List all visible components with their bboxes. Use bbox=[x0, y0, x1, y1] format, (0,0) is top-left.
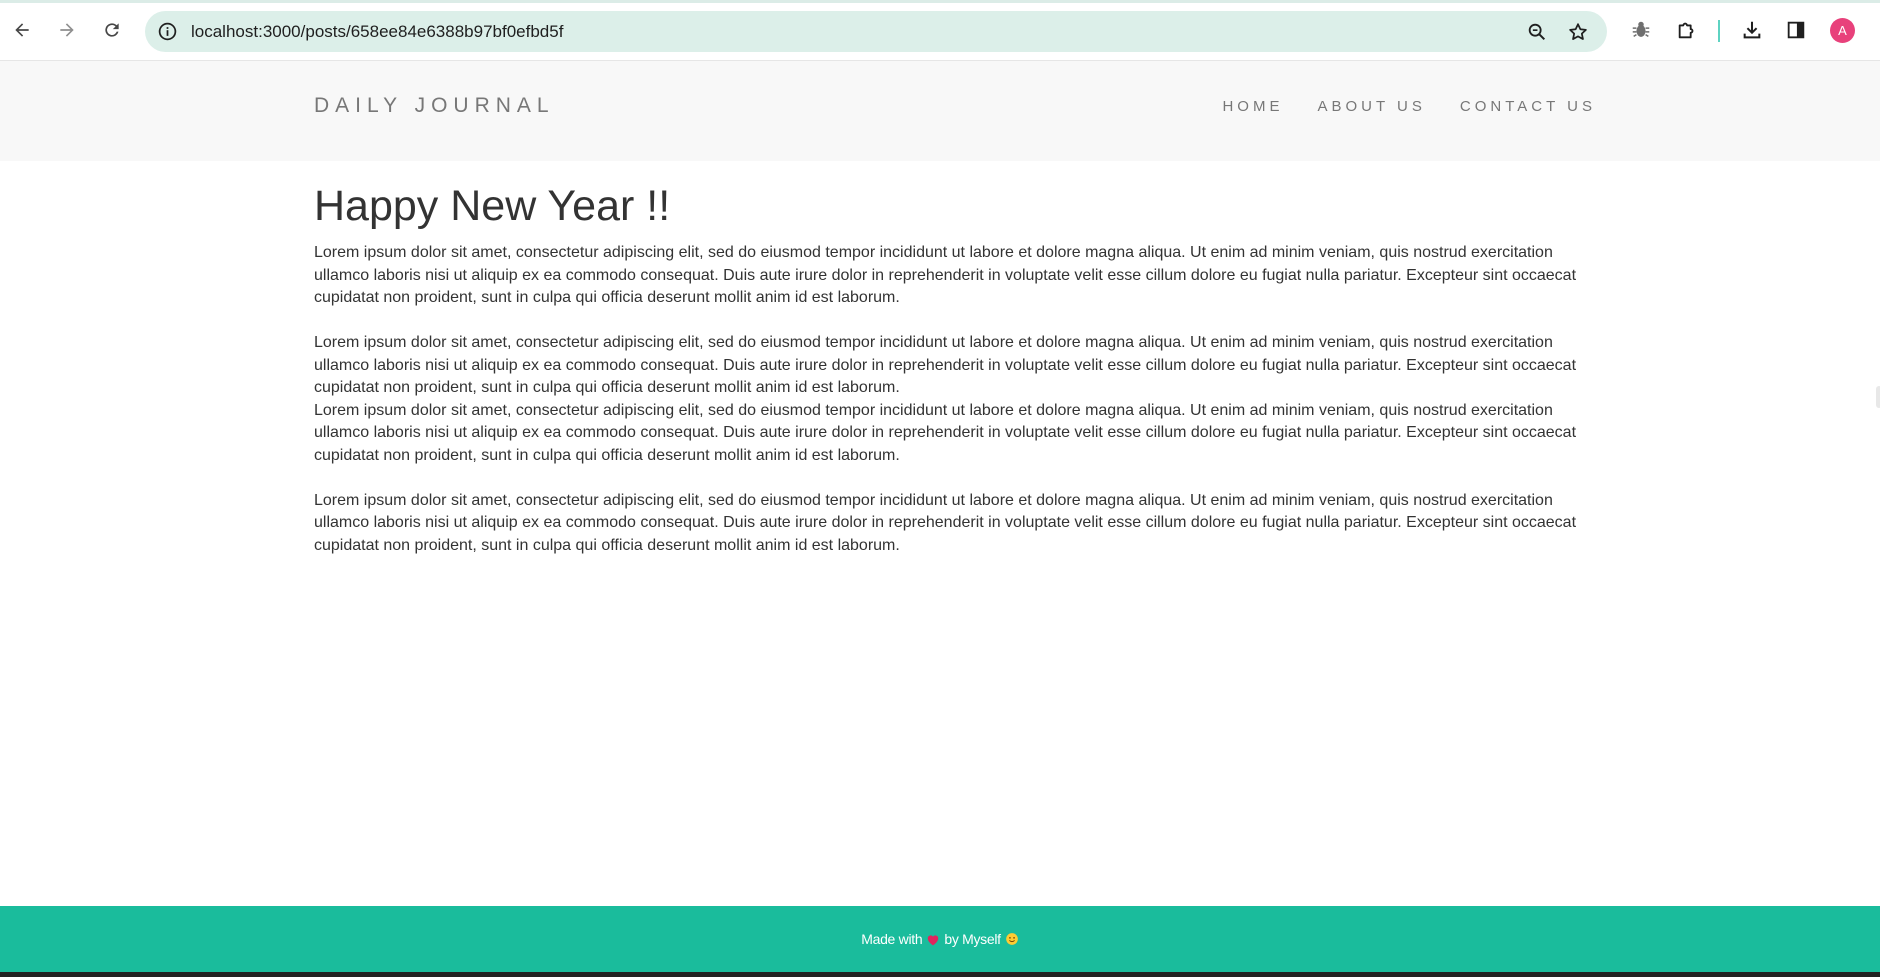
info-icon[interactable] bbox=[157, 21, 178, 42]
arrow-left-icon bbox=[15, 23, 29, 37]
tab-strip-edge bbox=[0, 0, 1880, 3]
url-text[interactable]: localhost:3000/posts/658ee84e6388b97bf0e… bbox=[191, 22, 563, 42]
reload-button[interactable] bbox=[96, 14, 128, 46]
zoom-icon[interactable] bbox=[1525, 20, 1549, 44]
footer-credit: Made with by Myself bbox=[861, 931, 1019, 947]
reload-icon bbox=[105, 23, 119, 37]
bug-extension-icon[interactable] bbox=[1628, 17, 1654, 43]
bookmark-star-icon[interactable] bbox=[1566, 20, 1590, 44]
nav-about-link[interactable]: ABOUT US bbox=[1317, 98, 1425, 115]
post-body: Lorem ipsum dolor sit amet, consectetur … bbox=[314, 244, 1577, 554]
post-content: Happy New Year !! Lorem ipsum dolor sit … bbox=[314, 181, 1594, 557]
address-bar[interactable]: localhost:3000/posts/658ee84e6388b97bf0e… bbox=[145, 11, 1607, 52]
side-panel-icon[interactable] bbox=[1783, 17, 1809, 43]
toolbar-separator bbox=[1718, 20, 1720, 42]
back-button[interactable] bbox=[6, 14, 38, 46]
smiling-face-icon bbox=[1005, 933, 1018, 945]
post-title: Happy New Year !! bbox=[314, 182, 671, 230]
forward-button[interactable] bbox=[51, 14, 83, 46]
browser-toolbar: localhost:3000/posts/658ee84e6388b97bf0e… bbox=[0, 0, 1880, 61]
footer-made-with: Made with bbox=[861, 931, 923, 947]
site-navbar: DAILY JOURNAL HOME ABOUT US CONTACT US bbox=[0, 61, 1880, 161]
heart-icon bbox=[928, 934, 939, 945]
footer-by-myself: by Myself bbox=[944, 931, 1001, 947]
profile-avatar[interactable]: A bbox=[1830, 18, 1855, 43]
nav-contact-link[interactable]: CONTACT US bbox=[1460, 98, 1596, 115]
nav-home-link[interactable]: HOME bbox=[1222, 98, 1283, 115]
site-footer: Made with by Myself bbox=[0, 906, 1880, 972]
footer-bottom-edge bbox=[0, 972, 1880, 977]
site-brand[interactable]: DAILY JOURNAL bbox=[314, 94, 555, 118]
scrollbar-handle[interactable] bbox=[1876, 386, 1880, 408]
download-icon[interactable] bbox=[1739, 17, 1765, 43]
arrow-right-icon bbox=[60, 23, 74, 37]
extensions-puzzle-icon[interactable] bbox=[1674, 17, 1700, 43]
nav-links: HOME ABOUT US CONTACT US bbox=[1188, 98, 1596, 115]
